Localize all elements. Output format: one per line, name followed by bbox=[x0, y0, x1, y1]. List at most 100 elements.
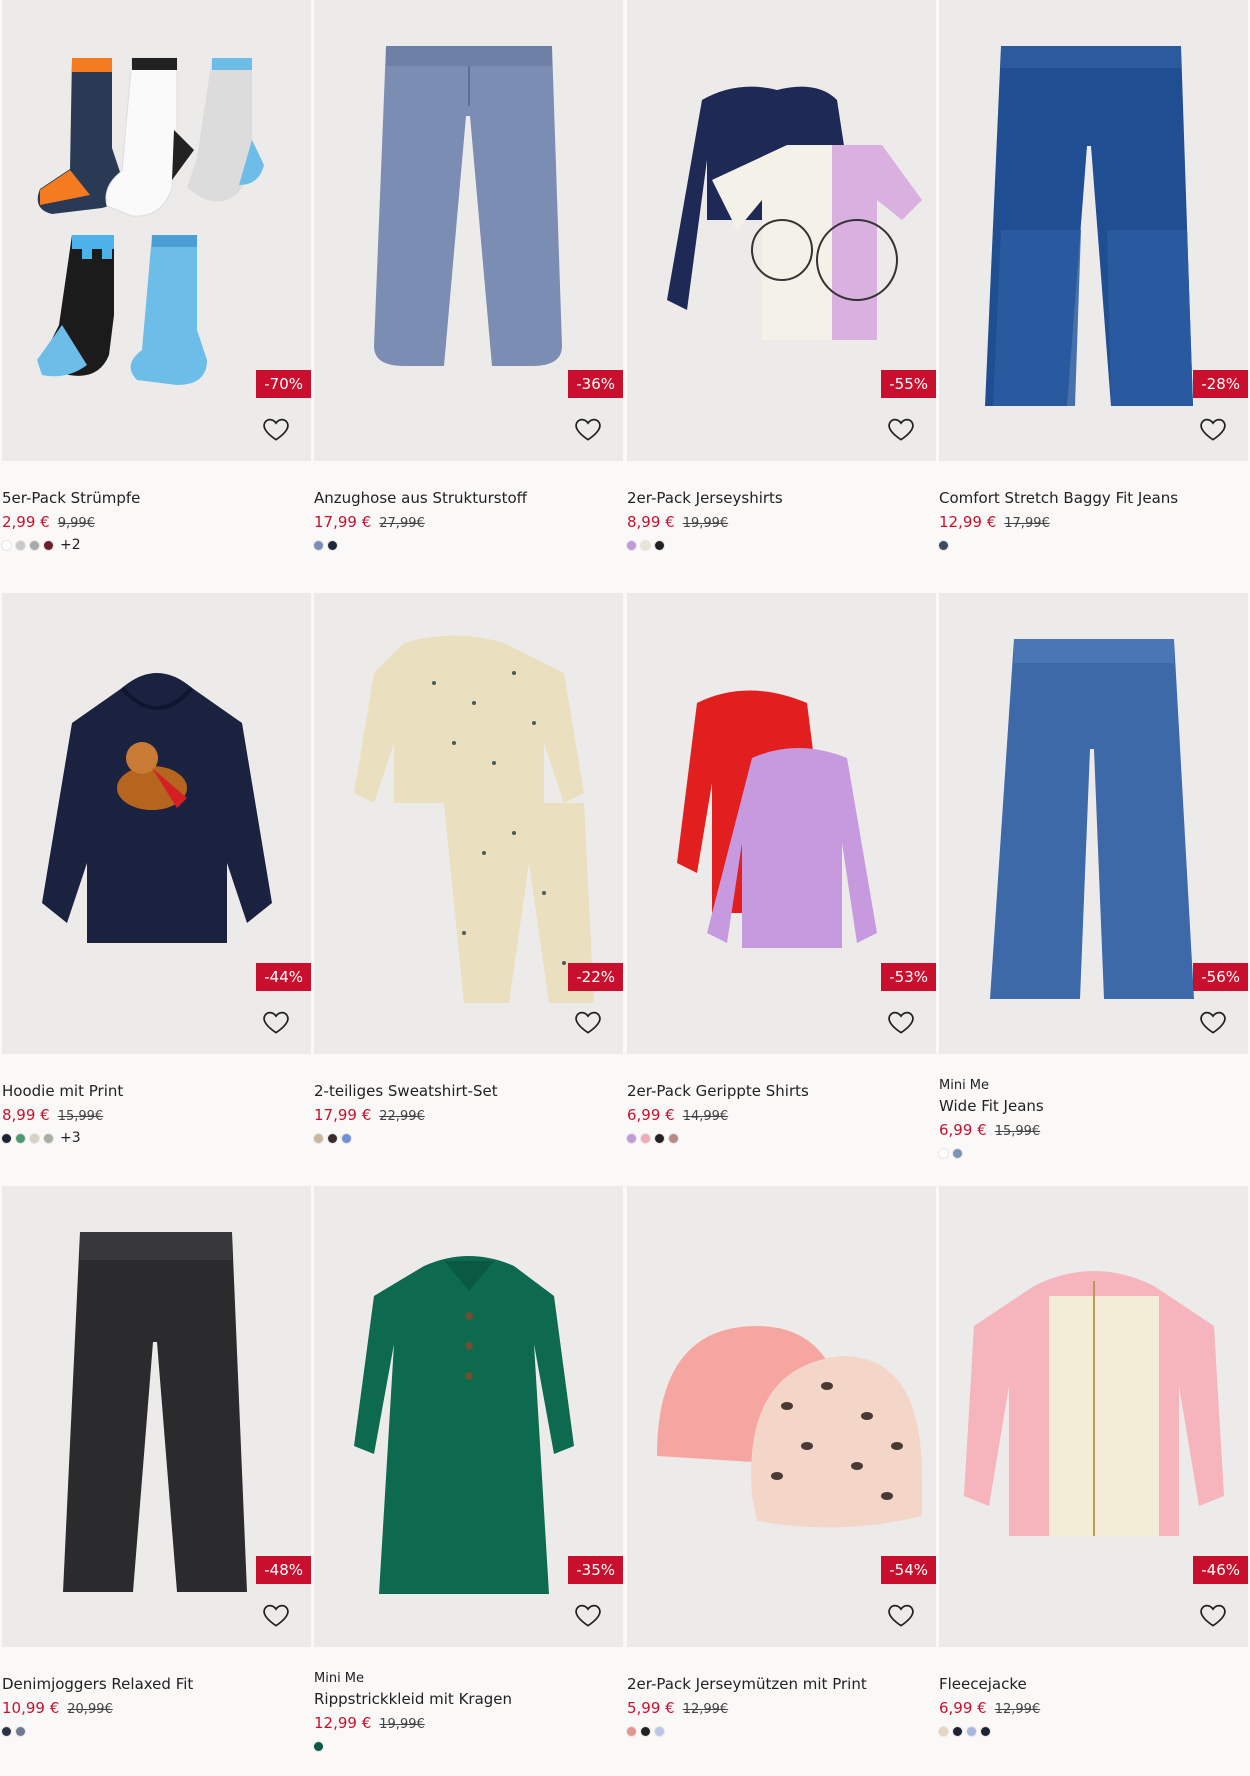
product-name[interactable]: 2er-Pack Gerippte Shirts bbox=[627, 1081, 936, 1101]
color-swatch[interactable] bbox=[953, 1148, 962, 1158]
product-card[interactable]: -35% Mini Me Rippstrickkleid mit Kragen … bbox=[314, 1186, 623, 1776]
product-image[interactable]: -54% bbox=[627, 1186, 936, 1647]
product-image[interactable]: -44% bbox=[2, 593, 311, 1054]
product-name[interactable]: 5er-Pack Strümpfe bbox=[2, 488, 311, 508]
heart-outline-icon[interactable] bbox=[572, 414, 604, 444]
product-name[interactable]: Rippstrickkleid mit Kragen bbox=[314, 1689, 623, 1709]
sale-price: 6,99 € bbox=[939, 1699, 987, 1717]
color-swatch[interactable] bbox=[342, 1133, 351, 1143]
heart-outline-icon[interactable] bbox=[885, 1600, 917, 1630]
heart-outline-icon[interactable] bbox=[1197, 1007, 1229, 1037]
product-name[interactable]: Denimjoggers Relaxed Fit bbox=[2, 1674, 311, 1694]
color-swatch[interactable] bbox=[30, 1133, 39, 1143]
heart-outline-icon[interactable] bbox=[260, 1007, 292, 1037]
color-swatch[interactable] bbox=[655, 1133, 664, 1143]
color-swatches: +3 bbox=[2, 1130, 311, 1146]
color-swatch[interactable] bbox=[641, 540, 650, 550]
product-name[interactable]: Comfort Stretch Baggy Fit Jeans bbox=[939, 488, 1248, 508]
original-price: 12,99€ bbox=[682, 1702, 729, 1717]
color-swatch[interactable] bbox=[16, 1133, 25, 1143]
color-swatch[interactable] bbox=[328, 540, 337, 550]
sale-price: 5,99 € bbox=[627, 1699, 675, 1717]
product-card[interactable]: -44% Hoodie mit Print 8,99 € 15,99€ +3 bbox=[2, 593, 311, 1183]
heart-outline-icon[interactable] bbox=[1197, 1600, 1229, 1630]
color-swatches bbox=[627, 538, 936, 552]
color-swatch[interactable] bbox=[641, 1133, 650, 1143]
color-swatch[interactable] bbox=[2, 540, 11, 550]
product-card[interactable]: -36% Anzughose aus Strukturstoff 17,99 €… bbox=[314, 0, 623, 590]
color-swatch[interactable] bbox=[627, 540, 636, 550]
color-swatch[interactable] bbox=[939, 1148, 948, 1158]
heart-outline-icon[interactable] bbox=[260, 1600, 292, 1630]
color-swatch[interactable] bbox=[967, 1726, 976, 1736]
heart-outline-icon[interactable] bbox=[1197, 414, 1229, 444]
product-image[interactable]: -36% bbox=[314, 0, 623, 461]
heart-outline-icon[interactable] bbox=[572, 1600, 604, 1630]
product-image[interactable]: -22% bbox=[314, 593, 623, 1054]
color-swatch[interactable] bbox=[627, 1726, 636, 1736]
price-row: 6,99 € 15,99€ bbox=[939, 1120, 1248, 1140]
product-name[interactable]: 2er-Pack Jerseymützen mit Print bbox=[627, 1674, 936, 1694]
color-swatch[interactable] bbox=[627, 1133, 636, 1143]
color-swatch[interactable] bbox=[953, 1726, 962, 1736]
product-image[interactable]: -56% bbox=[939, 593, 1248, 1054]
product-name[interactable]: Fleecejacke bbox=[939, 1674, 1248, 1694]
color-swatches bbox=[627, 1724, 936, 1738]
color-swatch[interactable] bbox=[641, 1726, 650, 1736]
product-card[interactable]: -53% 2er-Pack Gerippte Shirts 6,99 € 14,9… bbox=[627, 593, 936, 1183]
product-image[interactable]: -55% bbox=[627, 0, 936, 461]
product-image[interactable]: -28% bbox=[939, 0, 1248, 461]
more-colors-count[interactable]: +2 bbox=[60, 537, 81, 553]
color-swatch[interactable] bbox=[16, 540, 25, 550]
price-row: 8,99 € 15,99€ bbox=[2, 1105, 311, 1125]
product-info: 2er-Pack Jerseymützen mit Print 5,99 € 12… bbox=[627, 1674, 936, 1738]
color-swatch[interactable] bbox=[655, 540, 664, 550]
product-card[interactable]: -46% Fleecejacke 6,99 € 12,99€ bbox=[939, 1186, 1248, 1776]
heart-outline-icon[interactable] bbox=[885, 1007, 917, 1037]
product-name[interactable]: Hoodie mit Print bbox=[2, 1081, 311, 1101]
product-card[interactable]: -28% Comfort Stretch Baggy Fit Jeans 12,… bbox=[939, 0, 1248, 590]
color-swatch[interactable] bbox=[939, 540, 948, 550]
product-info: 2er-Pack Jerseyshirts 8,99 € 19,99€ bbox=[627, 488, 936, 552]
price-row: 12,99 € 19,99€ bbox=[314, 1713, 623, 1733]
product-name[interactable]: Wide Fit Jeans bbox=[939, 1096, 1248, 1116]
discount-badge: -56% bbox=[1193, 963, 1248, 991]
product-card[interactable]: -56% Mini Me Wide Fit Jeans 6,99 € 15,99€ bbox=[939, 593, 1248, 1183]
product-card[interactable]: -22% 2-teiliges Sweatshirt-Set 17,99 € 22… bbox=[314, 593, 623, 1183]
color-swatch[interactable] bbox=[939, 1726, 948, 1736]
product-name[interactable]: Anzughose aus Strukturstoff bbox=[314, 488, 623, 508]
more-colors-count[interactable]: +3 bbox=[60, 1130, 81, 1146]
color-swatch[interactable] bbox=[44, 1133, 53, 1143]
color-swatch[interactable] bbox=[30, 540, 39, 550]
product-image[interactable]: -53% bbox=[627, 593, 936, 1054]
product-info: Fleecejacke 6,99 € 12,99€ bbox=[939, 1674, 1248, 1738]
color-swatch[interactable] bbox=[314, 540, 323, 550]
color-swatch[interactable] bbox=[2, 1133, 11, 1143]
product-card[interactable]: -54% 2er-Pack Jerseymützen mit Print 5,9… bbox=[627, 1186, 936, 1776]
heart-outline-icon[interactable] bbox=[572, 1007, 604, 1037]
color-swatch[interactable] bbox=[44, 540, 53, 550]
product-image[interactable]: -46% bbox=[939, 1186, 1248, 1647]
product-image[interactable]: -70% bbox=[2, 0, 311, 461]
color-swatch[interactable] bbox=[314, 1741, 323, 1751]
price-row: 8,99 € 19,99€ bbox=[627, 512, 936, 532]
original-price: 15,99€ bbox=[57, 1109, 104, 1124]
color-swatch[interactable] bbox=[981, 1726, 990, 1736]
product-image[interactable]: -35% bbox=[314, 1186, 623, 1647]
heart-outline-icon[interactable] bbox=[885, 414, 917, 444]
product-card[interactable]: -48% Denimjoggers Relaxed Fit 10,99 € 20,… bbox=[2, 1186, 311, 1776]
product-card[interactable]: -70% 5er-Pack Strümpfe 2,99 € 9,99€ +2 bbox=[2, 0, 311, 590]
discount-badge: -53% bbox=[881, 963, 936, 991]
product-image[interactable]: -48% bbox=[2, 1186, 311, 1647]
color-swatch[interactable] bbox=[655, 1726, 664, 1736]
color-swatch[interactable] bbox=[328, 1133, 337, 1143]
color-swatch[interactable] bbox=[669, 1133, 678, 1143]
original-price: 17,99€ bbox=[1004, 516, 1050, 531]
color-swatch[interactable] bbox=[2, 1726, 11, 1736]
heart-outline-icon[interactable] bbox=[260, 414, 292, 444]
color-swatch[interactable] bbox=[314, 1133, 323, 1143]
product-name[interactable]: 2er-Pack Jerseyshirts bbox=[627, 488, 936, 508]
product-card[interactable]: -55% 2er-Pack Jerseyshirts 8,99 € 19,99€ bbox=[627, 0, 936, 590]
product-name[interactable]: 2-teiliges Sweatshirt-Set bbox=[314, 1081, 623, 1101]
color-swatch[interactable] bbox=[16, 1726, 25, 1736]
